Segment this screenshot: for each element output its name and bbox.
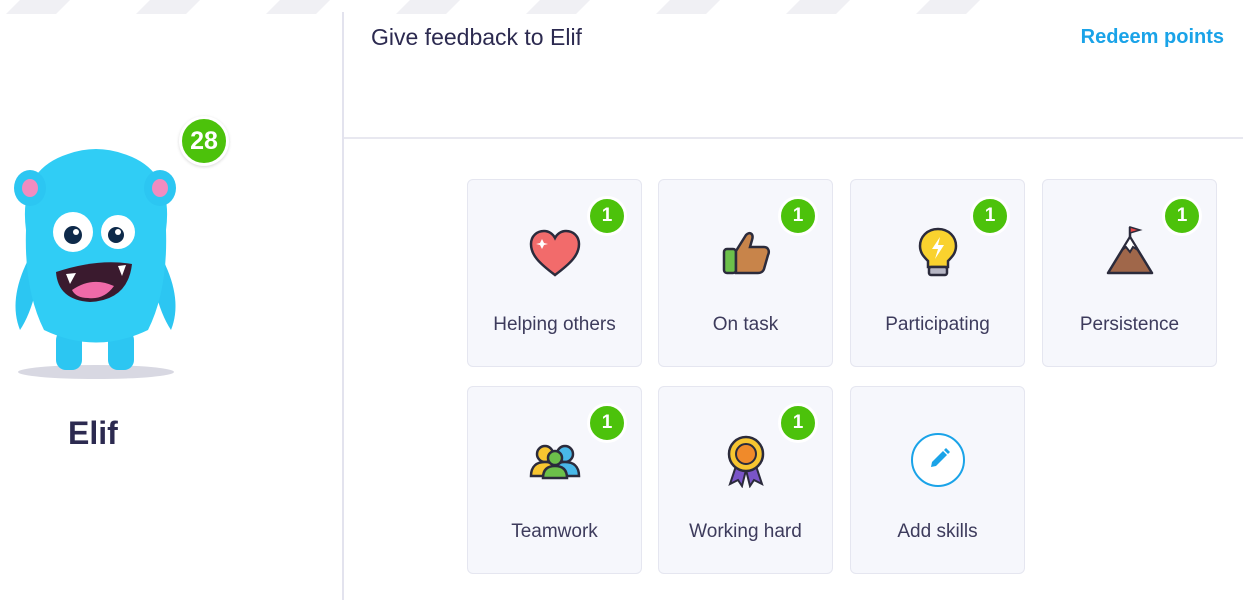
lightbulb-icon	[918, 227, 957, 277]
heart-icon	[529, 229, 580, 277]
skill-label: On task	[712, 314, 779, 335]
header-divider	[344, 137, 1243, 139]
medal-icon	[727, 435, 764, 488]
student-panel: 28 Elif	[0, 0, 342, 600]
add-skills-button[interactable]: Add skills	[850, 386, 1025, 574]
skill-count-badge: 1	[970, 196, 1010, 236]
panel-divider	[342, 12, 344, 600]
skill-card-on-task[interactable]: 1 On task	[658, 179, 833, 367]
skill-label: Participating	[885, 314, 990, 335]
skill-label: Helping others	[493, 314, 616, 335]
skill-card-persistence[interactable]: 1 Persistence	[1042, 179, 1217, 367]
pencil-icon	[910, 433, 965, 487]
thumbs-up-icon	[722, 231, 770, 275]
skill-card-working-hard[interactable]: 1 Working hard	[658, 386, 833, 574]
student-name: Elif	[68, 415, 118, 451]
skill-count-badge: 1	[778, 403, 818, 443]
team-icon	[529, 444, 580, 480]
skill-count-badge: 1	[778, 196, 818, 236]
skill-label: Working hard	[689, 521, 802, 542]
redeem-points-link[interactable]: Redeem points	[1081, 26, 1224, 49]
page-title: Give feedback to Elif	[371, 24, 582, 50]
monster-avatar	[14, 149, 176, 379]
skill-label: Persistence	[1079, 314, 1180, 335]
add-skills-label: Add skills	[897, 521, 978, 542]
points-badge: 28	[179, 116, 229, 166]
mountain-icon	[1106, 225, 1153, 275]
skill-count-badge: 1	[587, 403, 627, 443]
skill-card-teamwork[interactable]: 1 Teamwork	[467, 386, 642, 574]
skill-count-badge: 1	[1162, 196, 1202, 236]
skill-card-helping-others[interactable]: 1 Helping others	[467, 179, 642, 367]
skill-card-participating[interactable]: 1 Participating	[850, 179, 1025, 367]
skill-label: Teamwork	[511, 521, 598, 542]
skill-count-badge: 1	[587, 196, 627, 236]
